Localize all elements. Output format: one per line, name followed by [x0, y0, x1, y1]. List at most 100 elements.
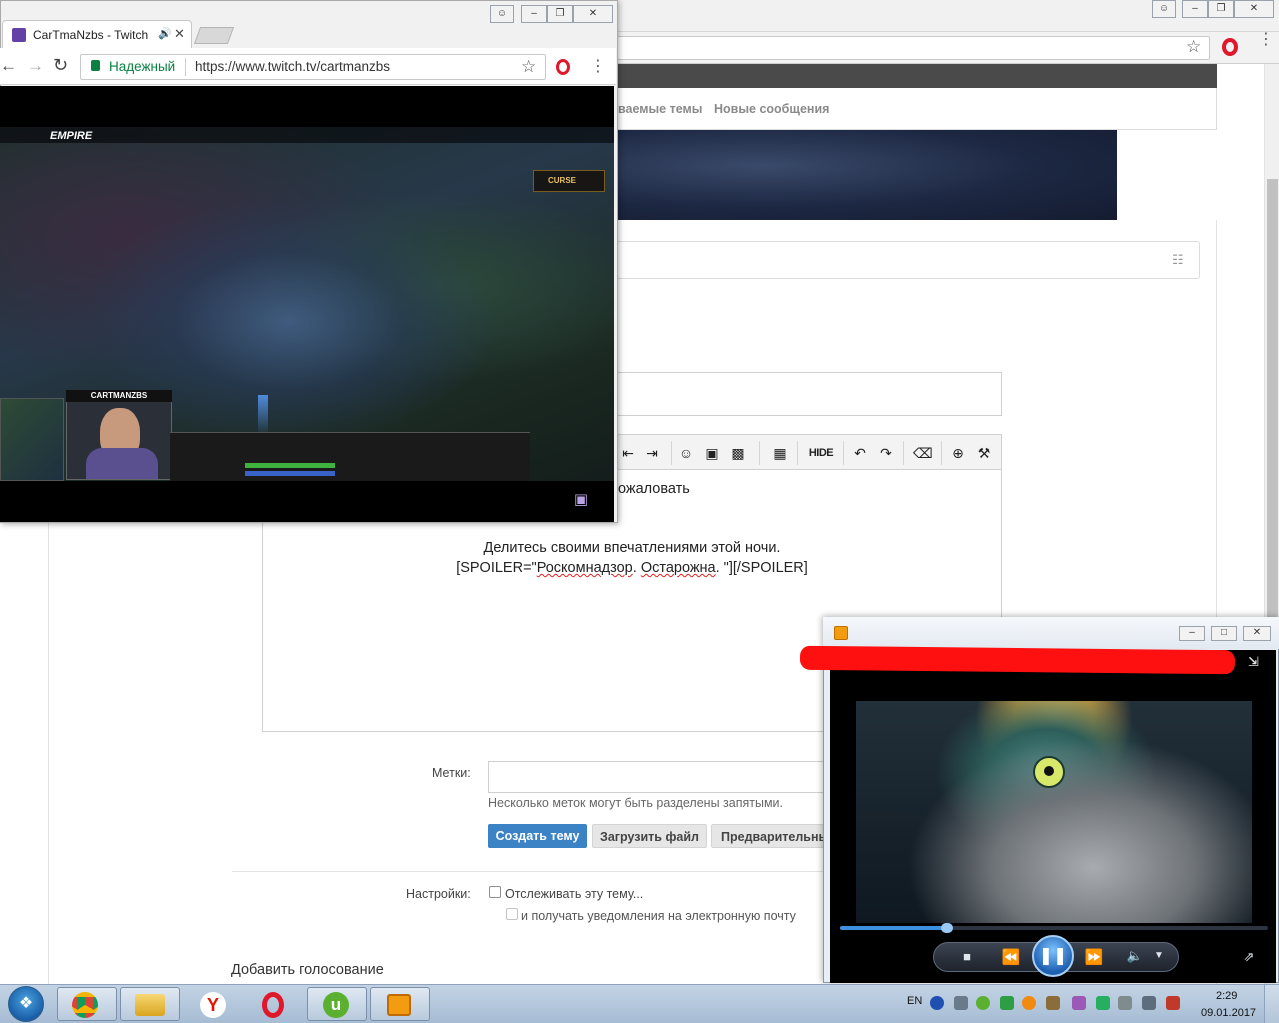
bookmark-star-icon[interactable]: ☆ [521, 57, 536, 77]
restore-button[interactable]: ❐ [1208, 0, 1234, 18]
save-draft-icon[interactable]: ▦ [771, 443, 789, 463]
app-tray-icon[interactable] [1046, 996, 1060, 1010]
anime-video-frame[interactable] [856, 701, 1252, 923]
network-icon[interactable] [954, 996, 968, 1010]
misspelled-word: Остарожна [640, 560, 716, 576]
signal-tray-icon[interactable] [1142, 996, 1156, 1010]
clock-date[interactable]: 09.01.2017 [1201, 1007, 1256, 1019]
browser-tab-twitch[interactable]: CarTmaNzbs - Twitch 🔊 ✕ [2, 20, 192, 48]
watch-thread-label[interactable]: Отслеживать эту тему... [505, 887, 643, 901]
restore-button[interactable]: ❐ [547, 5, 573, 23]
indent-icon[interactable]: ⇥ [643, 443, 661, 463]
url-text[interactable]: https://www.twitch.tv/cartmanzbs [195, 59, 390, 74]
volume-dropdown-icon[interactable]: ▼ [1152, 950, 1166, 961]
close-button[interactable]: ✕ [573, 5, 613, 23]
flag-tray-icon[interactable] [1166, 996, 1180, 1010]
maximize-button[interactable]: □ [1211, 626, 1237, 641]
secure-label[interactable]: Надежный [109, 59, 175, 74]
chat-icon[interactable]: ▣ [566, 485, 596, 515]
taskbar-chrome[interactable] [57, 987, 117, 1021]
forward-arrow-icon[interactable]: → [27, 56, 44, 76]
wrench-icon[interactable]: ⚒ [975, 443, 993, 463]
taskbar-opera[interactable] [245, 987, 305, 1021]
back-arrow-icon[interactable]: ← [0, 56, 17, 76]
watch-thread-checkbox[interactable] [489, 886, 501, 898]
taskbar-yandex[interactable]: Y [183, 987, 243, 1021]
new-tab-button[interactable] [193, 27, 235, 44]
image-icon[interactable]: ▣ [703, 443, 721, 463]
lock-icon[interactable] [91, 60, 100, 71]
rewind-icon[interactable]: ⏪ [1000, 948, 1022, 966]
app-tray-icon[interactable] [1022, 996, 1036, 1010]
browser-menu-icon[interactable]: ⋮ [590, 56, 606, 76]
editor-text-line: ожаловать [618, 481, 690, 497]
language-indicator[interactable]: EN [907, 995, 922, 1007]
minimize-button[interactable]: – [1179, 626, 1205, 641]
taskbar-explorer[interactable] [120, 987, 180, 1021]
toolbar-divider [671, 441, 672, 465]
fast-forward-icon[interactable]: ⏩ [1083, 948, 1105, 966]
nav-watched-threads[interactable]: ваемые темы [618, 102, 702, 116]
start-button[interactable]: ❖ [8, 986, 44, 1022]
opera-icon[interactable] [556, 59, 570, 75]
show-desktop-button[interactable] [1264, 985, 1279, 1023]
opera-icon [262, 992, 284, 1018]
add-poll-heading[interactable]: Добавить голосование [231, 962, 384, 978]
character-pupil [1044, 766, 1054, 776]
media-player-icon [387, 994, 411, 1016]
app-tray-icon[interactable] [1072, 996, 1086, 1010]
email-notify-label[interactable]: и получать уведомления на электронную по… [521, 909, 796, 923]
breadcrumb [610, 241, 1200, 279]
upload-file-button[interactable]: Загрузить файл [592, 824, 707, 848]
undo-icon[interactable]: ↶ [851, 443, 869, 463]
hide-button[interactable]: HIDE [807, 443, 835, 463]
nav-new-posts[interactable]: Новые сообщения [714, 102, 829, 116]
seek-bar-progress [840, 926, 947, 930]
compact-view-icon[interactable]: ⇲ [1248, 654, 1259, 670]
eraser-icon[interactable]: ⌫ [913, 443, 933, 463]
close-button[interactable]: ✕ [1234, 0, 1274, 18]
help-icon[interactable] [930, 996, 944, 1010]
thread-title-input[interactable] [610, 372, 1002, 416]
antivirus-tray-icon[interactable] [1096, 996, 1110, 1010]
close-button[interactable]: ✕ [1243, 626, 1271, 641]
background-address-bar[interactable] [610, 36, 1210, 60]
outdent-icon[interactable]: ⇤ [619, 443, 637, 463]
tags-input[interactable] [488, 761, 828, 793]
app-tray-icon[interactable] [1000, 996, 1014, 1010]
taskbar-media-player[interactable] [370, 987, 430, 1021]
user-icon[interactable]: ☺ [1152, 0, 1176, 18]
speaker-icon[interactable]: 🔊 [158, 27, 172, 40]
insert-icon[interactable]: ⊕ [949, 443, 967, 463]
clock-time[interactable]: 2:29 [1216, 990, 1237, 1002]
smiley-icon[interactable]: ☺ [677, 443, 695, 463]
browser-menu-icon[interactable]: ⋮ [1258, 32, 1274, 48]
forum-banner [610, 130, 1117, 220]
minimize-button[interactable]: – [1182, 0, 1208, 18]
email-notify-checkbox[interactable] [506, 908, 518, 920]
opera-icon[interactable] [1222, 38, 1238, 56]
minimize-button[interactable]: – [521, 5, 547, 23]
tab-title: CarTmaNzbs - Twitch [33, 28, 149, 42]
sitemap-icon[interactable]: ☷ [1172, 252, 1184, 268]
media-icon[interactable]: ▩ [729, 443, 747, 463]
editor-text-line: Делитесь своими впечатлениями этой ночи. [483, 540, 781, 556]
redo-icon[interactable]: ↷ [877, 443, 895, 463]
pause-button[interactable]: ❚❚ [1032, 935, 1074, 977]
volume-tray-icon[interactable] [1118, 996, 1132, 1010]
seek-bar-handle[interactable] [941, 923, 953, 933]
close-tab-icon[interactable]: ✕ [174, 26, 185, 42]
stop-icon[interactable]: ■ [958, 949, 976, 964]
preview-button[interactable]: Предварительны [711, 824, 836, 848]
create-thread-button[interactable]: Создать тему [488, 824, 587, 848]
reload-icon[interactable]: ↻ [53, 55, 68, 76]
settings-label: Настройки: [406, 887, 471, 901]
taskbar-utorrent[interactable]: u [307, 987, 367, 1021]
utorrent-tray-icon[interactable] [976, 996, 990, 1010]
bookmark-star-icon[interactable]: ☆ [1186, 37, 1201, 57]
twitch-icon [12, 28, 26, 42]
volume-icon[interactable]: 🔈 [1126, 948, 1144, 964]
fullscreen-icon[interactable]: ⇗ [1240, 949, 1258, 965]
misspelled-word: Роскомнадзор [536, 560, 633, 576]
user-icon[interactable]: ☺ [490, 5, 514, 23]
